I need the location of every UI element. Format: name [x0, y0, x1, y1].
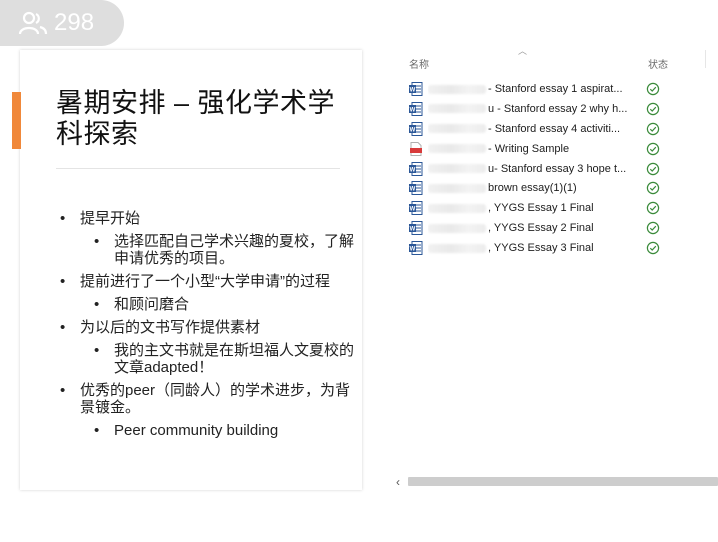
file-name-text: , YYGS Essay 1 Final — [488, 202, 594, 215]
file-row[interactable]: Wu - Stanford essay 2 why h... — [400, 100, 718, 120]
redacted-name-part — [428, 84, 486, 94]
presentation-slide: 暑期安排 – 强化学术学科探索 提早开始选择匹配自己学术兴趣的夏校，了解申请优秀… — [12, 50, 362, 490]
scrollbar-thumb[interactable] — [408, 477, 718, 486]
file-name-text: - Stanford essay 4 activiti... — [488, 122, 621, 135]
pdf-icon — [410, 141, 422, 156]
file-name-text: u- Stanford essay 3 hope t... — [488, 162, 627, 175]
file-row[interactable]: W , YYGS Essay 1 Final — [400, 199, 718, 219]
redacted-name-part — [428, 184, 486, 194]
viewer-count: 298 — [54, 9, 95, 36]
svg-text:W: W — [410, 207, 416, 213]
file-row[interactable]: W - Stanford essay 1 aspirat... — [400, 80, 718, 100]
redacted-name-part — [428, 104, 486, 114]
file-name-text: , YYGS Essay 3 Final — [488, 242, 594, 255]
people-icon — [18, 11, 48, 35]
word-doc-icon: W — [409, 181, 423, 196]
file-name: u- Stanford essay 3 hope t... — [428, 162, 634, 176]
sub-bullet-item: Peer community building — [60, 422, 360, 439]
sub-bullet-item: 我的主文书就是在斯坦福人文夏校的文章adapted！ — [60, 342, 360, 376]
column-header-name[interactable]: 名称 — [409, 56, 429, 71]
synced-check-icon — [646, 162, 660, 175]
word-doc-icon: W — [409, 121, 423, 136]
file-name: , YYGS Essay 2 Final — [428, 221, 634, 235]
file-row[interactable]: W , YYGS Essay 3 Final — [400, 239, 718, 259]
svg-text:W: W — [410, 127, 416, 133]
synced-check-icon — [646, 122, 660, 135]
file-rows: W - Stanford essay 1 aspirat... Wu - Stanf… — [400, 80, 718, 259]
redacted-name-part — [428, 223, 486, 233]
synced-check-icon — [646, 241, 660, 255]
synced-check-icon — [646, 82, 660, 96]
file-name: , YYGS Essay 1 Final — [428, 201, 634, 215]
word-doc-icon: W — [409, 82, 423, 96]
bullet-item: 提前进行了一个小型“大学申请”的过程 — [60, 273, 360, 290]
file-row[interactable]: W - Stanford essay 4 activiti... — [400, 120, 718, 140]
file-name: - Stanford essay 1 aspirat... — [428, 82, 634, 96]
word-doc-icon: W — [409, 101, 423, 116]
redacted-name-part — [428, 124, 486, 134]
synced-check-icon — [646, 142, 660, 155]
bullet-item: 为以后的文书写作提供素材 — [60, 319, 360, 336]
bullet-item: 提早开始 — [60, 210, 360, 227]
synced-check-icon — [646, 222, 660, 235]
file-name: brown essay(1)(1) — [428, 181, 634, 195]
file-name-text: - Writing Sample — [488, 142, 570, 155]
file-name-text: brown essay(1)(1) — [488, 182, 577, 195]
bullet-item: 优秀的peer（同龄人）的学术进步，为背景镀金。 — [60, 382, 360, 416]
redacted-name-part — [428, 243, 486, 253]
file-row[interactable]: W , YYGS Essay 2 Final — [400, 219, 718, 239]
svg-text:W: W — [410, 247, 416, 253]
slide-bullet-list: 提早开始选择匹配自己学术兴趣的夏校，了解申请优秀的项目。提前进行了一个小型“大学… — [60, 210, 360, 445]
viewer-count-badge: 298 — [0, 0, 124, 46]
scroll-left-arrow-icon[interactable]: ‹ — [396, 475, 400, 489]
file-name-text: - Stanford essay 1 aspirat... — [488, 83, 623, 95]
synced-check-icon — [646, 102, 660, 116]
file-row[interactable]: Wbrown essay(1)(1) — [400, 179, 718, 199]
sub-bullet-item: 选择匹配自己学术兴趣的夏校，了解申请优秀的项目。 — [60, 233, 360, 267]
sub-bullet-item: 和顾问磨合 — [60, 296, 360, 313]
redacted-name-part — [428, 164, 486, 174]
column-header-status[interactable]: 状态 — [648, 56, 668, 71]
file-name-text: u - Stanford essay 2 why h... — [488, 102, 628, 115]
horizontal-scrollbar[interactable]: ‹ — [396, 474, 718, 490]
svg-text:W: W — [410, 227, 416, 233]
column-divider[interactable] — [705, 50, 706, 68]
word-doc-icon: W — [409, 201, 423, 216]
svg-text:W: W — [410, 88, 416, 94]
word-doc-icon: W — [409, 221, 423, 236]
word-doc-icon: W — [409, 241, 423, 256]
file-explorer-list: ︿ 名称 状态 W - Stanford essay 1 aspirat... Wu… — [400, 46, 718, 496]
svg-text:W: W — [410, 107, 416, 113]
file-name: , YYGS Essay 3 Final — [428, 241, 634, 255]
file-row[interactable]: - Writing Sample — [400, 140, 718, 160]
sort-arrow-icon[interactable]: ︿ — [518, 44, 527, 57]
redacted-name-part — [428, 144, 486, 154]
file-name: u - Stanford essay 2 why h... — [428, 102, 634, 116]
redacted-name-part — [428, 203, 486, 213]
file-name: - Writing Sample — [428, 142, 634, 156]
synced-check-icon — [646, 182, 660, 195]
file-name-text: , YYGS Essay 2 Final — [488, 222, 594, 235]
synced-check-icon — [646, 202, 660, 215]
slide-divider — [56, 168, 340, 169]
svg-text:W: W — [410, 167, 416, 173]
slide-accent-bar — [12, 92, 21, 149]
slide-title: 暑期安排 – 强化学术学科探索 — [56, 88, 336, 149]
svg-text:W: W — [410, 187, 416, 193]
file-name: - Stanford essay 4 activiti... — [428, 122, 634, 136]
file-row[interactable]: Wu- Stanford essay 3 hope t... — [400, 160, 718, 180]
word-doc-icon: W — [409, 161, 423, 176]
